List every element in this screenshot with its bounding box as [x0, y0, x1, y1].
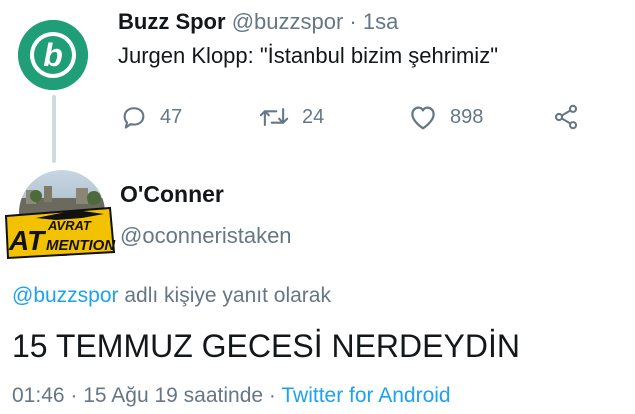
- tweet-actions-bar: 47 24 898: [0, 100, 635, 134]
- reply-button[interactable]: 47: [120, 100, 182, 134]
- meta-separator: ·: [263, 384, 282, 407]
- tweet-meta-line: 01:46 · 15 Ağu 19 saatinde · Twitter for…: [12, 382, 451, 410]
- tweet-time[interactable]: 01:46: [12, 384, 65, 407]
- replying-to-suffix: adlı kişiye yanıt olarak: [118, 284, 331, 307]
- tweet-date[interactable]: 15 Ağu 19 saatinde: [83, 384, 263, 407]
- avatar-avrat-text: AVRAT: [47, 218, 92, 233]
- avatar-letter: b: [43, 37, 63, 73]
- parent-tweet-header: Buzz Spor @buzzspor · 1sa: [118, 8, 398, 36]
- parent-tweet-text: Jurgen Klopp: "İstanbul bizim şehrimiz": [118, 43, 499, 68]
- reply-tweet-text: 15 TEMMUZ GECESİ NERDEYDİN: [12, 328, 520, 364]
- share-button[interactable]: [552, 100, 580, 134]
- like-button[interactable]: 898: [408, 100, 483, 134]
- avrat-mention-avatar: AT AVRAT MENTION: [4, 170, 116, 260]
- parent-author-handle[interactable]: @buzzspor: [232, 9, 344, 34]
- buzz-spor-avatar[interactable]: b: [18, 20, 88, 90]
- avatar-at-text: AT: [8, 225, 47, 256]
- like-count: 898: [450, 105, 484, 128]
- oconner-avatar[interactable]: AT AVRAT MENTION: [4, 168, 116, 263]
- avatar-mention-text: MENTION: [46, 237, 116, 254]
- tweet-thread: b Buzz Spor @buzzspor · 1sa Jurgen Klopp…: [0, 0, 635, 414]
- reply-author-name[interactable]: O'Conner: [120, 180, 224, 208]
- retweet-icon: [259, 107, 289, 127]
- heart-icon: [411, 106, 435, 130]
- replying-to-line: @buzzspor adlı kişiye yanıt olarak: [12, 282, 331, 310]
- reply-count: 47: [160, 105, 183, 128]
- tweet-source-link[interactable]: Twitter for Android: [281, 384, 450, 407]
- share-icon: [554, 104, 578, 130]
- header-separator: ·: [349, 9, 357, 34]
- reply-icon: [123, 107, 145, 129]
- meta-separator: ·: [64, 384, 84, 407]
- retweet-count: 24: [302, 105, 325, 128]
- replying-to-mention-link[interactable]: @buzzspor: [12, 284, 119, 307]
- parent-author-name[interactable]: Buzz Spor: [118, 9, 226, 34]
- parent-tweet-time[interactable]: 1sa: [363, 9, 398, 34]
- retweet-button[interactable]: 24: [258, 100, 324, 134]
- reply-author-handle[interactable]: @oconneristaken: [120, 222, 292, 250]
- buzz-spor-logo-icon: b: [18, 20, 88, 90]
